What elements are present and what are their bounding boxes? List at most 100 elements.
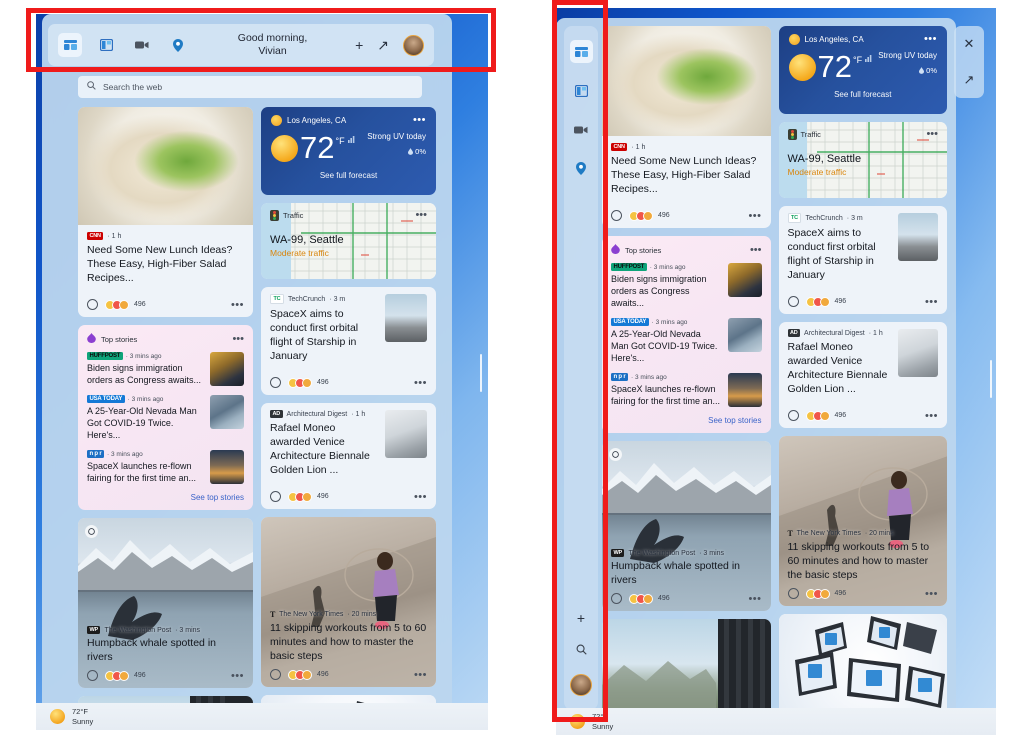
expand-icon[interactable]: ↗ <box>377 37 389 54</box>
see-full-forecast-link[interactable]: See full forecast <box>789 90 938 99</box>
traffic-widget[interactable]: Traffic ••• WA-99, Seattle Moderate traf… <box>261 203 436 279</box>
comment-icon[interactable] <box>787 588 799 599</box>
reaction-emojis[interactable] <box>805 296 830 307</box>
card-more-icon[interactable]: ••• <box>414 669 427 680</box>
reaction-emojis[interactable] <box>288 377 312 388</box>
widgets-icon[interactable] <box>569 40 593 63</box>
news-card-washington-post[interactable]: WP The Washington Post · 3 mins Humpback… <box>78 518 253 688</box>
weather-main: 72 °F Strong UV today 0% <box>271 132 426 163</box>
video-icon[interactable] <box>570 118 593 141</box>
comment-icon[interactable] <box>611 210 622 221</box>
comment-icon[interactable] <box>87 670 98 681</box>
weather-more-icon[interactable]: ••• <box>413 115 426 126</box>
user-avatar[interactable] <box>403 34 424 56</box>
card-more-icon[interactable]: ••• <box>925 588 938 599</box>
search-icon[interactable] <box>576 642 587 658</box>
comment-icon[interactable] <box>787 410 799 421</box>
top-story-item[interactable]: HUFFPOST · 3 mins ago Biden signs immigr… <box>611 263 762 309</box>
traffic-more-icon[interactable]: ••• <box>926 129 938 140</box>
top-story-time: · 3 mins ago <box>107 450 143 458</box>
sun-icon <box>788 34 800 45</box>
news-card-architectural-digest[interactable]: AD Architectural Digest · 1 h Rafael Mon… <box>261 403 436 509</box>
comment-icon[interactable] <box>270 491 281 502</box>
weather-more-icon[interactable]: ••• <box>924 34 937 45</box>
location-icon[interactable] <box>166 33 190 57</box>
top-story-item[interactable]: n p r · 3 mins ago SpaceX launches re-fl… <box>87 450 244 484</box>
card-more-icon[interactable]: ••• <box>414 377 427 388</box>
reaction-emojis[interactable] <box>629 593 653 604</box>
location-icon[interactable] <box>570 157 593 180</box>
sun-large-icon <box>271 135 298 162</box>
video-icon[interactable] <box>130 33 154 57</box>
top-story-item[interactable]: n p r · 3 mins ago SpaceX launches re-fl… <box>611 373 762 407</box>
widgets-icon[interactable] <box>58 33 82 57</box>
comment-icon[interactable] <box>787 296 799 307</box>
news-card-cnn[interactable]: CNN · 1 h Need Some New Lunch Ideas? The… <box>78 107 253 317</box>
card-more-icon[interactable]: ••• <box>925 296 938 307</box>
reaction-emojis[interactable] <box>105 670 129 681</box>
dashboard-icon[interactable] <box>94 33 118 57</box>
search-bar[interactable]: Search the web <box>78 76 422 98</box>
weather-widget[interactable]: Los Angeles, CA ••• 72 °F Strong UV toda… <box>261 107 436 195</box>
taskbar-sun-icon <box>570 714 585 729</box>
comment-icon[interactable] <box>87 299 98 310</box>
dashboard-icon[interactable] <box>570 79 593 102</box>
top-stories-card[interactable]: Top stories ••• HUFFPOST · 3 mins ago Bi… <box>602 236 771 433</box>
weather-main: 72 °F Strong UV today 0% <box>788 51 937 82</box>
close-icon[interactable]: ✕ <box>964 36 975 52</box>
card-more-icon[interactable]: ••• <box>231 299 244 310</box>
weather-widget[interactable]: Los Angeles, CA ••• 72 °F Strong UV toda… <box>778 26 947 114</box>
reaction-row: 496 ••• <box>602 204 771 228</box>
top-stories-card[interactable]: Top stories ••• HUFFPOST · 3 mins ago Bi… <box>78 325 253 510</box>
see-top-stories-link[interactable]: See top stories <box>87 493 244 502</box>
scrollbar-thumb[interactable] <box>480 354 482 392</box>
widgets-card-grid: CNN · 1 h Need Some New Lunch Ideas? The… <box>78 107 436 730</box>
scrollbar-thumb[interactable] <box>990 360 992 398</box>
reaction-emojis[interactable] <box>805 410 830 421</box>
see-top-stories-link[interactable]: See top stories <box>611 416 761 425</box>
card-more-icon[interactable]: ••• <box>748 593 761 604</box>
comment-icon[interactable] <box>270 669 281 680</box>
add-widget-button[interactable]: + <box>577 610 585 626</box>
reaction-emojis[interactable] <box>805 588 830 599</box>
news-card-cnn[interactable]: CNN · 1 h Need Some New Lunch Ideas? The… <box>602 26 771 228</box>
save-icon[interactable] <box>85 525 98 538</box>
news-card-techcrunch[interactable]: TC TechCrunch · 3 m SpaceX aims to condu… <box>778 206 947 314</box>
reaction-row: 496 ••• <box>787 582 939 606</box>
top-story-item[interactable]: USA TODAY · 3 mins ago A 25-Year-Old Nev… <box>87 395 244 441</box>
reaction-emojis[interactable] <box>105 299 129 310</box>
news-card-nytimes[interactable]: T The New York Times · 20 mins 11 skippi… <box>261 517 436 687</box>
weather-uv: Strong UV today <box>878 51 937 60</box>
npr-logo: n p r <box>611 373 628 381</box>
top-stories-more-icon[interactable]: ••• <box>750 244 762 255</box>
expand-icon[interactable]: ↗ <box>964 72 975 88</box>
top-story-item[interactable]: USA TODAY · 3 mins ago A 25-Year-Old Nev… <box>611 318 762 364</box>
search-input[interactable]: Search the web <box>103 82 162 92</box>
see-full-forecast-link[interactable]: See full forecast <box>271 171 426 180</box>
news-card-architectural-digest[interactable]: AD Architectural Digest · 1 h Rafael Mon… <box>778 322 947 428</box>
traffic-widget[interactable]: Traffic ••• WA-99, Seattle Moderate traf… <box>778 122 947 198</box>
taskbar-weather[interactable]: 72°F Sunny <box>592 712 613 732</box>
top-stories-header: Top stories ••• <box>611 244 762 256</box>
reaction-count: 496 <box>658 212 670 219</box>
news-card-nytimes[interactable]: T The New York Times · 20 mins 11 skippi… <box>778 436 947 606</box>
card-more-icon[interactable]: ••• <box>414 491 427 502</box>
reaction-emojis[interactable] <box>629 210 653 221</box>
comment-icon[interactable] <box>270 377 281 388</box>
taskbar-weather[interactable]: 72°F Sunny <box>72 707 93 727</box>
reaction-emojis[interactable] <box>288 491 312 502</box>
user-avatar[interactable] <box>570 674 592 696</box>
comment-icon[interactable] <box>611 593 622 604</box>
card-more-icon[interactable]: ••• <box>231 670 244 681</box>
news-card-washington-post[interactable]: WP The Washington Post · 3 mins Humpback… <box>602 441 771 611</box>
card-more-icon[interactable]: ••• <box>748 210 761 221</box>
top-story-item[interactable]: HUFFPOST · 3 mins ago Biden signs immigr… <box>87 352 244 386</box>
source-row: T The New York Times · 20 mins <box>788 529 939 538</box>
card-more-icon[interactable]: ••• <box>925 410 938 421</box>
reaction-emojis[interactable] <box>288 669 312 680</box>
save-icon[interactable] <box>609 448 622 461</box>
traffic-more-icon[interactable]: ••• <box>415 210 427 221</box>
top-stories-more-icon[interactable]: ••• <box>232 333 244 344</box>
news-card-techcrunch[interactable]: TC TechCrunch · 3 m SpaceX aims to condu… <box>261 287 436 395</box>
add-widget-button[interactable]: + <box>355 37 363 53</box>
